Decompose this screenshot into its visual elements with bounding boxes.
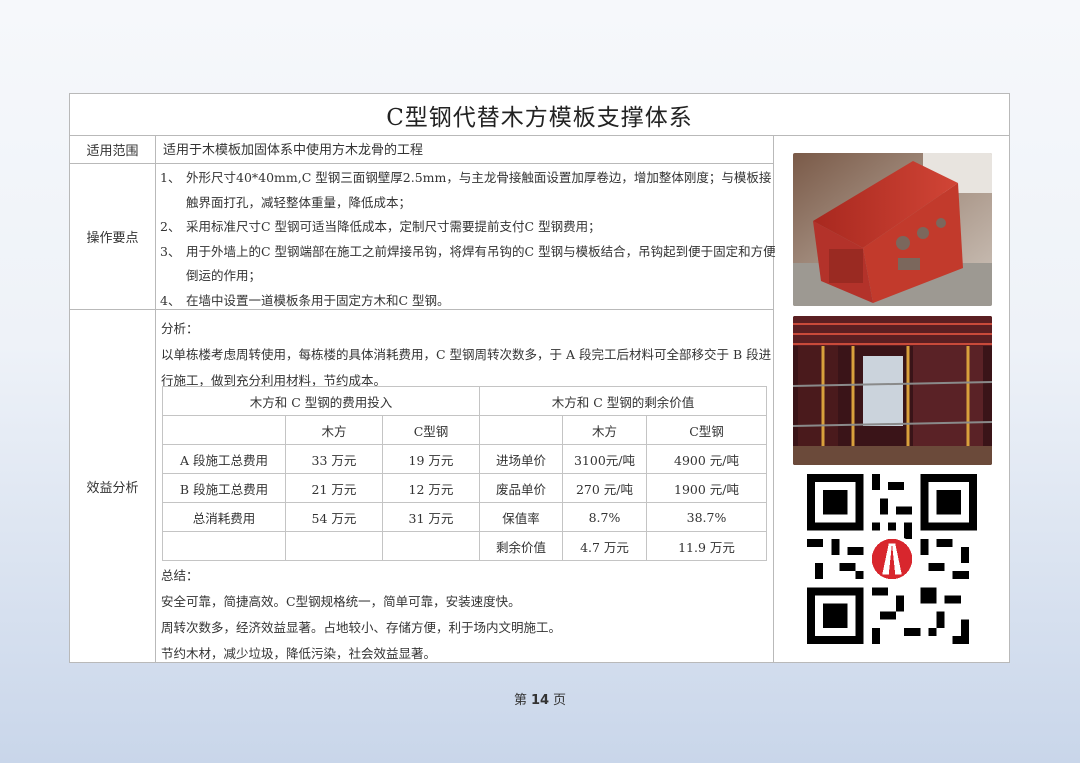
table-group-header: 木方和 C 型钢的费用投入 (162, 386, 480, 416)
summary-block: 总结： 安全可靠，简捷高效。C型钢规格统一，简单可靠，安装速度快。 周转次数多，… (161, 563, 773, 667)
benefit-label: 效益分析 (86, 480, 139, 496)
cost-comparison-table: 木方和 C 型钢的费用投入 木方和 C 型钢的剩余价值 木方 C型钢 木方 C型… (162, 386, 767, 561)
list-item: 1、 外形尺寸40*40mm,C 型钢三面钢壁厚2.5mm，与主龙骨接触面设置加… (160, 170, 772, 210)
table-row: 剩余价值 4.7 万元 11.9 万元 (162, 531, 767, 561)
operation-label: 操作要点 (86, 231, 139, 246)
row-divider (70, 163, 773, 164)
table-row: B 段施工总费用 21 万元 12 万元 废品单价 270 元/吨 1900 元… (162, 473, 767, 503)
document-sheet: C型钢代替木方模板支撑体系 适用范围 适用于木模板加固体系中使用方木龙骨的工程 … (69, 93, 1010, 663)
summary-line: 节约木材，减少垃圾，降低污染，社会效益显著。 (161, 646, 437, 661)
table-row: A 段施工总费用 33 万元 19 万元 进场单价 3100元/吨 4900 元… (162, 444, 767, 474)
formwork-installation-photo (793, 316, 992, 465)
list-item: 4、 在墙中设置一道模板条用于固定方木和C 型钢。 (160, 292, 450, 308)
summary-line: 周转次数多，经济效益显著。占地较小、存储方便，利于场内文明施工。 (161, 620, 562, 635)
list-item: 2、 采用标准尺寸C 型钢可适当降低成本，定制尺寸需要提前支付C 型钢费用； (160, 219, 601, 234)
scope-text: 适用于木模板加固体系中使用方木龙骨的工程 (163, 143, 424, 158)
c-steel-profile-photo (793, 153, 992, 306)
table-header-cell (479, 415, 563, 445)
analysis-heading: 分析： (161, 321, 199, 336)
operation-list: 1、 外形尺寸40*40mm,C 型钢三面钢壁厚2.5mm，与主龙骨接触面设置加… (160, 166, 780, 313)
table-header-cell: 木方 (285, 415, 383, 445)
scope-label: 适用范围 (86, 143, 139, 159)
analysis-block: 分析： 以单栋楼考虑周转使用，每栋楼的具体消耗费用，C 型钢周转次数多，于 A … (161, 316, 773, 394)
page-number: 14 (530, 693, 550, 708)
table-header-cell: C型钢 (382, 415, 480, 445)
page-number-footer: 第 14 页 (513, 693, 567, 708)
summary-line: 安全可靠，简捷高效。C型钢规格统一，简单可靠，安装速度快。 (161, 594, 521, 609)
table-group-header: 木方和 C 型钢的剩余价值 (479, 386, 767, 416)
document-title-text: C型钢代替木方模板支撑体系 (386, 104, 693, 131)
table-header-cell: C型钢 (646, 415, 767, 445)
qr-code (807, 474, 977, 644)
table-header-cell: 木方 (562, 415, 647, 445)
list-item: 3、 用于外墙上的C 型钢端部在施工之前焊接吊钩，将焊有吊钩的C 型钢与模板结合… (160, 243, 776, 284)
label-column-divider (155, 135, 156, 662)
document-title: C型钢代替木方模板支撑体系 (70, 94, 1009, 136)
table-header-cell (162, 415, 286, 445)
table-row: 总消耗费用 54 万元 31 万元 保值率 8.7% 38.7% (162, 502, 767, 532)
summary-heading: 总结： (161, 568, 199, 583)
